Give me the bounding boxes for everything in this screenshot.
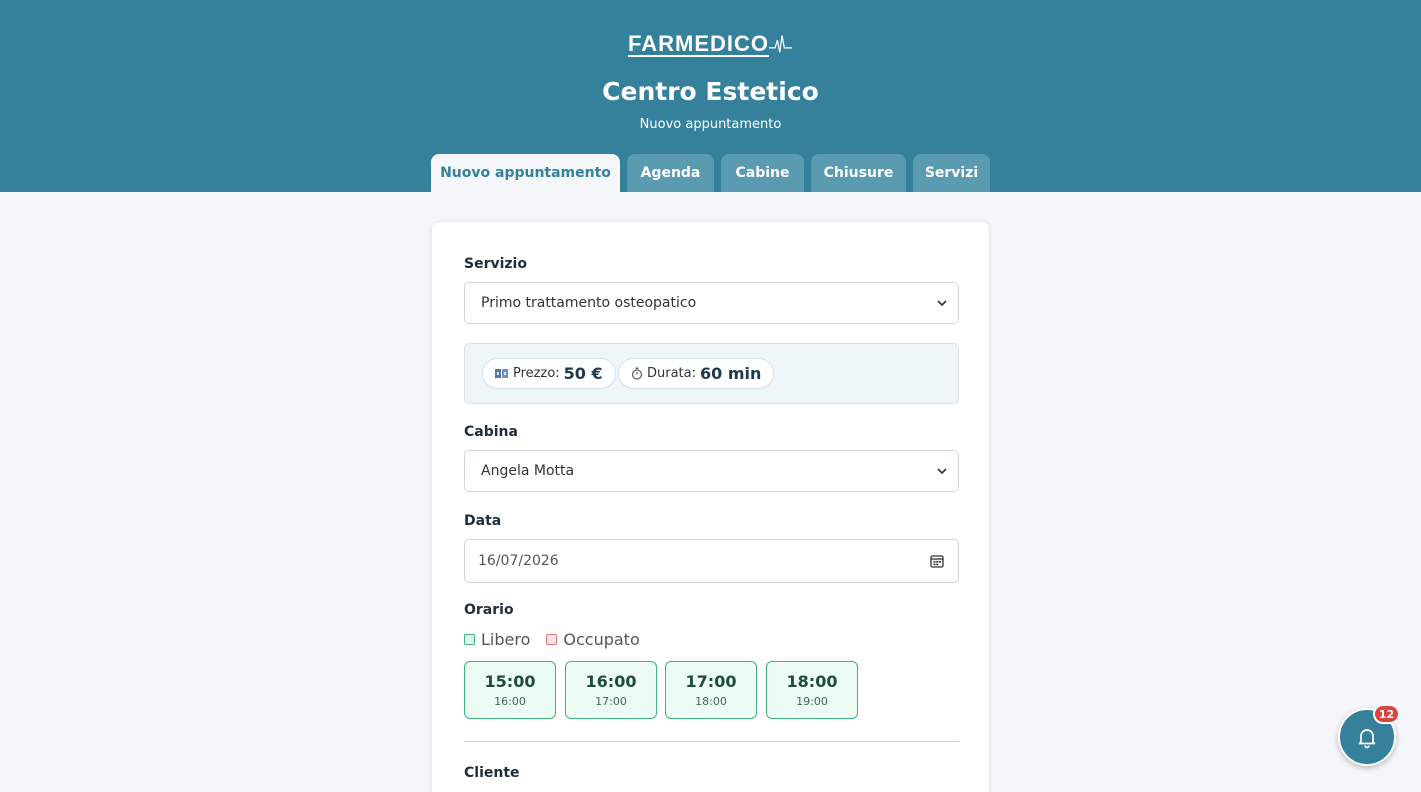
legend-free: Libero (464, 630, 530, 649)
cabina-select[interactable]: Angela Motta (464, 450, 959, 492)
calendar-icon[interactable] (930, 554, 944, 568)
duration-pill: Durata: 60 min (618, 358, 775, 389)
legend-free-label: Libero (481, 630, 531, 649)
price-value: 50 € (563, 364, 603, 383)
slot-legend: Libero Occupato (464, 630, 656, 649)
slot-end: 17:00 (595, 695, 627, 708)
tab-chiusure[interactable]: Chiusure (811, 154, 906, 192)
page-title: Centro Estetico (602, 77, 819, 106)
slot-end: 19:00 (796, 695, 828, 708)
cliente-label: Cliente (464, 765, 520, 781)
app-header: FARMEDICO Centro Estetico Nuovo appuntam… (0, 0, 1421, 192)
logo-text: FARMEDICO (628, 31, 769, 56)
bell-icon (1358, 729, 1376, 749)
date-value: 16/07/2026 (478, 553, 559, 569)
heartbeat-icon (769, 35, 792, 53)
duration-value: 60 min (700, 364, 762, 383)
chevron-down-icon (937, 468, 947, 475)
page-subtitle: Nuovo appuntamento (639, 117, 782, 132)
slot-start: 17:00 (685, 672, 737, 691)
time-slot[interactable]: 16:00 17:00 (565, 661, 657, 719)
free-swatch (464, 634, 475, 645)
tab-agenda[interactable]: Agenda (627, 154, 714, 192)
legend-busy: Occupato (546, 630, 640, 649)
slot-start: 16:00 (585, 672, 637, 691)
tab-servizi[interactable]: Servizi (913, 154, 990, 192)
data-label: Data (464, 513, 502, 529)
stopwatch-icon (631, 367, 643, 380)
tab-nuovo-appuntamento[interactable]: Nuovo appuntamento (431, 154, 620, 192)
appointment-form-card: Servizio Primo trattamento osteopatico P… (431, 221, 990, 792)
servizio-select[interactable]: Primo trattamento osteopatico (464, 282, 959, 324)
time-slot[interactable]: 15:00 16:00 (464, 661, 556, 719)
servizio-label: Servizio (464, 256, 527, 272)
slot-start: 15:00 (484, 672, 536, 691)
slot-end: 16:00 (494, 695, 526, 708)
slot-start: 18:00 (786, 672, 838, 691)
time-slot[interactable]: 18:00 19:00 (766, 661, 858, 719)
legend-busy-label: Occupato (563, 630, 640, 649)
tab-cabine[interactable]: Cabine (721, 154, 804, 192)
busy-swatch (546, 634, 558, 645)
date-input[interactable]: 16/07/2026 (464, 539, 959, 583)
money-icon (495, 368, 509, 379)
tab-bar: Nuovo appuntamento Agenda Cabine Chiusur… (0, 154, 1421, 192)
slot-end: 18:00 (695, 695, 727, 708)
brand-logo[interactable]: FARMEDICO (628, 28, 792, 60)
cabina-value: Angela Motta (481, 463, 575, 479)
cabina-label: Cabina (464, 424, 518, 440)
chevron-down-icon (937, 300, 947, 307)
price-pill: Prezzo: 50 € (482, 358, 616, 389)
price-label: Prezzo: (513, 366, 560, 381)
section-divider (464, 741, 959, 742)
servizio-value: Primo trattamento osteopatico (481, 295, 697, 311)
orario-label: Orario (464, 602, 514, 618)
service-info-box: Prezzo: 50 € Durata: 60 min (464, 343, 959, 404)
notification-badge: 12 (1373, 704, 1400, 724)
time-slot[interactable]: 17:00 18:00 (665, 661, 757, 719)
duration-label: Durata: (647, 366, 697, 381)
